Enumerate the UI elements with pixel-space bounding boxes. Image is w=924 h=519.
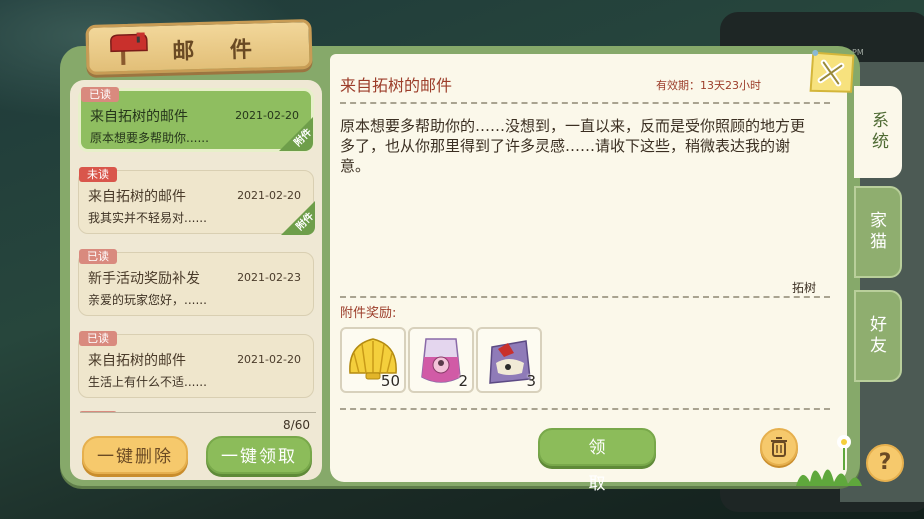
claim-all-button[interactable]: 一键领取 [206,436,312,474]
divider [340,102,830,104]
divider [340,408,830,410]
reward-item[interactable]: 3 [476,327,542,393]
list-divider [80,412,316,413]
mail-list-item[interactable]: 已读 来自拓树的邮件 2021-02-20 生活上有什么不适...... [78,331,314,398]
mail-count: 8/60 [283,418,310,432]
mail-list[interactable]: 已读 来自拓树的邮件 2021-02-20 原本想要多帮助你...... 附件 … [76,78,316,412]
claim-button[interactable]: 领 取 [538,428,656,494]
mail-item-title: 来自拓树的邮件 [88,189,186,205]
mail-item-preview: 我其实并不轻易对...... [88,211,207,225]
divider [340,296,830,298]
attachments-label: 附件奖励: [340,306,397,321]
reward-item[interactable]: 50 [340,327,406,393]
reward-quantity: 2 [458,372,468,390]
status-badge: 已读 [79,331,117,346]
mail-item-title: 来自拓树的邮件 [88,353,186,369]
mail-body-text: 原本想要多帮助你的……没想到，一直以来，反而是受你照顾的地方更多了，也从你那里得… [340,117,806,175]
page-title: 邮 件 [171,37,267,65]
attachment-flag: 附件 [279,117,313,151]
mail-item-title: 来自拓树的邮件 [90,109,188,125]
status-badge: 已读 [81,87,119,102]
tab-friends[interactable]: 好友 [854,290,902,382]
tab-system[interactable]: 系统 [854,86,902,178]
validity-text: 有效期：13天23小时 [656,79,761,92]
mail-list-item[interactable]: 已读 新手活动奖励补发 2021-02-23 亲爱的玩家您好，...... [78,249,314,316]
attachment-flag: 附件 [281,201,315,235]
mail-item-preview: 原本想要多帮助你...... [90,131,209,145]
mail-item-date: 2021-02-20 [237,353,301,366]
tab-cat[interactable]: 家猫 [854,186,902,278]
mail-list-item[interactable]: 已读 来自拓树的邮件 2021-02-20 原本想要多帮助你...... 附件 [78,87,314,152]
status-badge: 未读 [79,167,117,182]
mail-sender: 拓树 [792,281,817,295]
help-button[interactable]: ? [866,444,904,482]
status-badge: 已读 [79,249,117,264]
close-button[interactable] [800,44,862,103]
mail-item-date: 2021-02-23 [237,271,301,284]
close-icon [809,49,855,93]
mail-list-item[interactable]: 未读 来自拓树的邮件 2021-02-20 我其实并不轻易对...... 附件 [78,167,315,235]
delete-all-button[interactable]: 一键删除 [82,436,188,474]
reward-quantity: 3 [526,372,536,390]
mail-item-preview: 亲爱的玩家您好，...... [88,293,207,307]
mail-item-title: 新手活动奖励补发 [88,271,200,287]
grass-flower-icon [796,435,862,486]
trash-icon [771,437,787,457]
reward-item[interactable]: 2 [408,327,474,393]
reward-quantity: 50 [380,372,400,390]
mail-header-sign: 邮 件 [85,19,313,75]
mail-detail-title: 来自拓树的邮件 [340,76,453,95]
mail-item-preview: 生活上有什么不适...... [88,375,207,389]
